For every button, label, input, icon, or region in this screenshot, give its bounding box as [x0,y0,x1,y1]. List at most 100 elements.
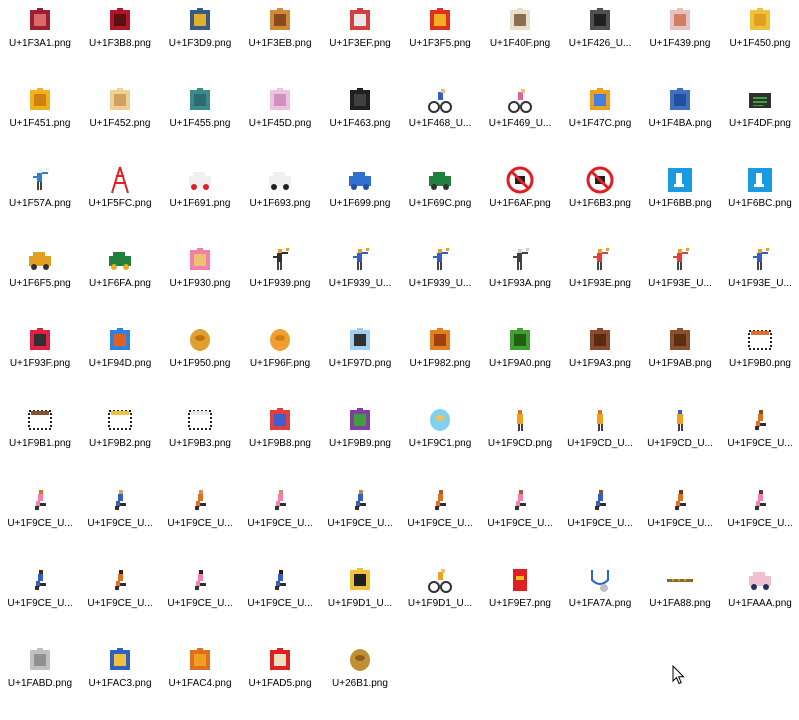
file-item[interactable]: U+1F4DF.png [720,80,799,160]
file-item[interactable]: U+1F96F.png [240,320,320,400]
file-item[interactable]: U+1F439.png [640,0,720,80]
bald-icon [104,404,136,436]
file-item[interactable]: U+1F9D1_U... [400,560,480,640]
file-name-label: U+1F5FC.png [88,198,152,209]
file-item[interactable]: U+1F9CE_U... [80,480,160,560]
file-item[interactable]: U+1F426_U... [560,0,640,80]
file-item[interactable]: U+1F97D.png [320,320,400,400]
file-item[interactable]: U+1F3A1.png [0,0,80,80]
file-name-label: U+1F9CE_U... [7,598,73,609]
file-item[interactable]: U+1F9A0.png [480,320,560,400]
file-item[interactable]: U+1F9CE_U... [560,480,640,560]
file-name-label: U+1F93E_U... [728,278,792,289]
file-item[interactable]: U+1F930.png [160,240,240,320]
file-item[interactable]: U+1F9AB.png [640,320,720,400]
file-item[interactable]: U+1FA88.png [640,560,720,640]
file-item[interactable]: U+26B1.png [320,640,400,720]
person-kneeling-icon [744,404,776,436]
file-item[interactable]: U+1F3F5.png [400,0,480,80]
file-item[interactable]: U+1F9CD_U... [560,400,640,480]
file-name-label: U+1F40F.png [489,38,551,49]
file-item[interactable]: U+1F9CE_U... [160,560,240,640]
file-item[interactable]: U+1F40F.png [480,0,560,80]
file-item[interactable]: U+1F47C.png [560,80,640,160]
file-item[interactable]: U+1F9B9.png [320,400,400,480]
file-item[interactable]: U+1FAC4.png [160,640,240,720]
file-item[interactable]: U+1F455.png [160,80,240,160]
file-item[interactable]: U+1F5FC.png [80,160,160,240]
file-name-label: U+1F97D.png [328,358,392,369]
file-item[interactable]: U+1F93A.png [480,240,560,320]
file-item[interactable]: U+1F9CE_U... [80,560,160,640]
file-item[interactable]: U+1F9C1.png [400,400,480,480]
file-item[interactable]: U+1FAD5.png [240,640,320,720]
scorpion-icon [424,324,456,356]
file-item[interactable]: U+1F3EF.png [320,0,400,80]
file-item[interactable]: U+1F939_U... [400,240,480,320]
file-item[interactable]: U+1F57A.png [0,160,80,240]
file-item[interactable]: U+1F463.png [320,80,400,160]
file-item[interactable]: U+1F9CE_U... [400,480,480,560]
file-item[interactable]: U+1F9CE_U... [0,560,80,640]
file-item[interactable]: U+1F693.png [240,160,320,240]
file-item[interactable]: U+1F9CE_U... [720,400,799,480]
file-item[interactable]: U+1F6BC.png [720,160,799,240]
file-item[interactable]: U+1F93E.png [560,240,640,320]
file-item[interactable]: U+1F69C.png [400,160,480,240]
file-item[interactable]: U+1F9CD.png [480,400,560,480]
file-item[interactable]: U+1F4BA.png [640,80,720,160]
file-name-label: U+1F9CE_U... [87,518,153,529]
suv-icon [344,164,376,196]
file-item[interactable]: U+1F9B3.png [160,400,240,480]
file-item[interactable]: U+1F9CE_U... [240,480,320,560]
file-item[interactable]: U+1F9A3.png [560,320,640,400]
file-item[interactable]: U+1F6BB.png [640,160,720,240]
file-item[interactable]: U+1F9B0.png [720,320,799,400]
file-item[interactable]: U+1F468_U... [400,80,480,160]
t-shirt-icon [184,84,216,116]
file-item[interactable]: U+1F9CD_U... [640,400,720,480]
file-item[interactable]: U+1F93F.png [0,320,80,400]
file-item[interactable]: U+1F691.png [160,160,240,240]
file-item[interactable]: U+1F94D.png [80,320,160,400]
file-item[interactable]: U+1F9CE_U... [720,480,799,560]
file-name-label: U+1F455.png [169,118,231,129]
file-item[interactable]: U+1F6F5.png [0,240,80,320]
file-item[interactable]: U+1F950.png [160,320,240,400]
file-item[interactable]: U+1FA7A.png [560,560,640,640]
file-item[interactable]: U+1F9E7.png [480,560,560,640]
file-item[interactable]: U+1F699.png [320,160,400,240]
file-item[interactable]: U+1FABD.png [0,640,80,720]
file-item[interactable]: U+1F3B8.png [80,0,160,80]
file-item[interactable]: U+1F9CE_U... [480,480,560,560]
file-item[interactable]: U+1F6FA.png [80,240,160,320]
file-item[interactable]: U+1F939.png [240,240,320,320]
file-name-label: U+1F9CD_U... [647,438,713,449]
file-item[interactable]: U+1FAC3.png [80,640,160,720]
file-item[interactable]: U+1F9B2.png [80,400,160,480]
file-item[interactable]: U+1F9CE_U... [160,480,240,560]
file-item[interactable]: U+1F982.png [400,320,480,400]
file-item[interactable]: U+1F9CE_U... [0,480,80,560]
file-item[interactable]: U+1F9CE_U... [240,560,320,640]
file-item[interactable]: U+1F93E_U... [720,240,799,320]
file-item[interactable]: U+1FAAA.png [720,560,799,640]
funeral-urn-icon [344,644,376,676]
file-item[interactable]: U+1F6AF.png [480,160,560,240]
file-item[interactable]: U+1F9D1_U... [320,560,400,640]
file-item[interactable]: U+1F469_U... [480,80,560,160]
file-item[interactable]: U+1F450.png [720,0,799,80]
file-item[interactable]: U+1F3D9.png [160,0,240,80]
file-item[interactable]: U+1F939_U... [320,240,400,320]
file-item[interactable]: U+1F3EB.png [240,0,320,80]
file-item[interactable]: U+1F45D.png [240,80,320,160]
file-item[interactable]: U+1F9B1.png [0,400,80,480]
file-item[interactable]: U+1F9CE_U... [320,480,400,560]
file-item[interactable]: U+1F9CE_U... [640,480,720,560]
stethoscope-icon [584,564,616,596]
file-item[interactable]: U+1F93E_U... [640,240,720,320]
file-item[interactable]: U+1F6B3.png [560,160,640,240]
file-item[interactable]: U+1F451.png [0,80,80,160]
file-item[interactable]: U+1F9B8.png [240,400,320,480]
file-item[interactable]: U+1F452.png [80,80,160,160]
